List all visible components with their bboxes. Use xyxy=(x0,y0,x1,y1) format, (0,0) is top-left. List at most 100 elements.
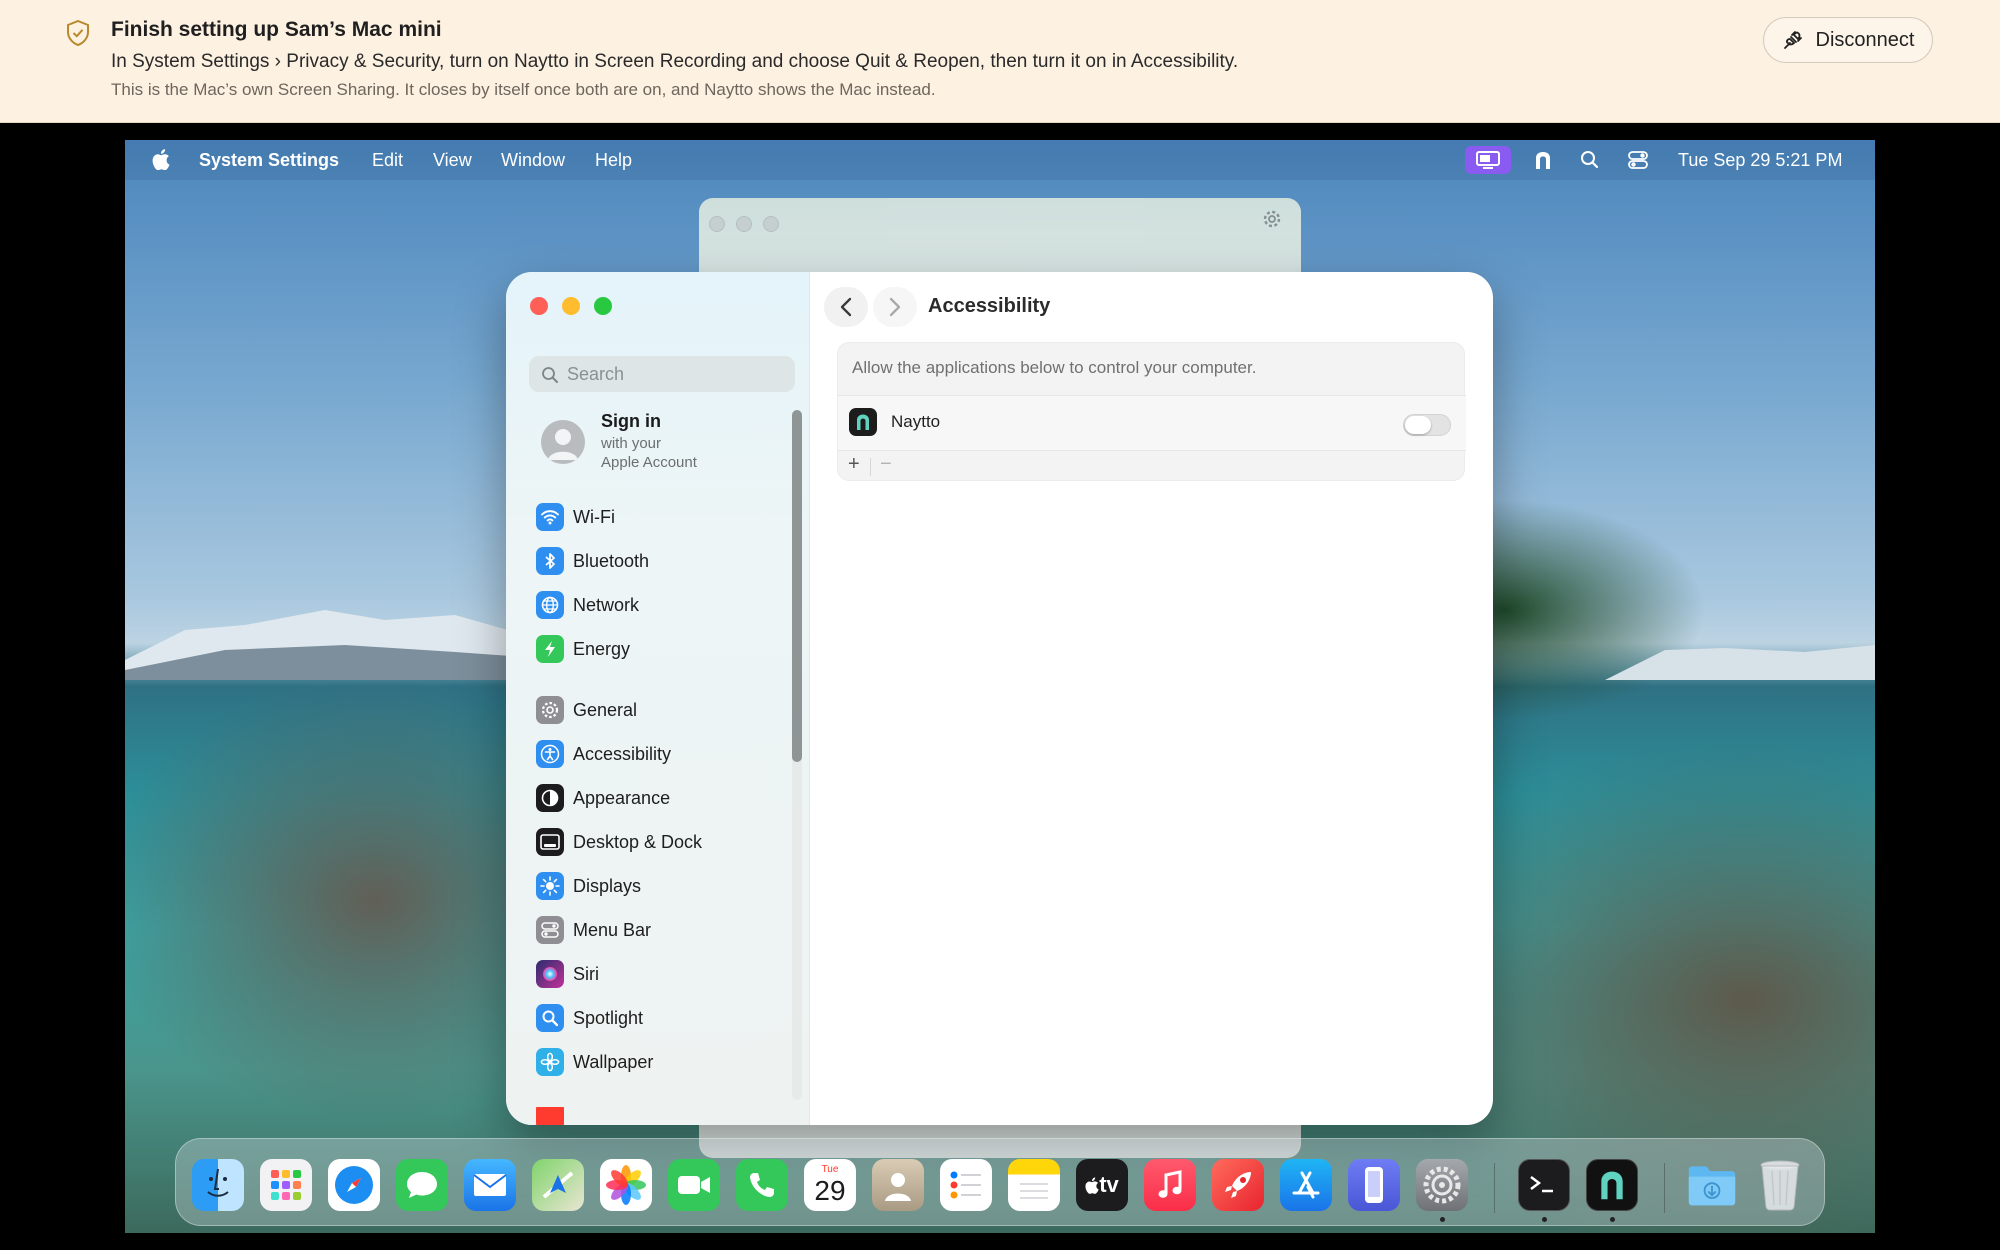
safari-icon[interactable] xyxy=(328,1159,380,1211)
notifications-icon xyxy=(536,1107,564,1125)
sidebar-item-spotlight[interactable]: Spotlight xyxy=(536,1003,643,1033)
account-sign-in-line2: Apple Account xyxy=(601,454,697,471)
mail-icon[interactable] xyxy=(464,1159,516,1211)
control-center-icon[interactable] xyxy=(1627,150,1649,170)
sidebar-item-energy[interactable]: Energy xyxy=(536,634,630,664)
button-divider xyxy=(870,458,871,476)
disconnect-button[interactable]: Disconnect xyxy=(1763,17,1933,63)
notes-icon[interactable] xyxy=(1008,1159,1060,1211)
lightning-icon xyxy=(536,635,564,663)
sidebar-item-partial[interactable] xyxy=(536,1107,564,1125)
reminders-icon[interactable] xyxy=(940,1159,992,1211)
remove-app-button[interactable]: − xyxy=(880,453,892,476)
photos-icon[interactable] xyxy=(600,1159,652,1211)
phone-icon[interactable] xyxy=(736,1159,788,1211)
running-indicator xyxy=(1610,1217,1615,1222)
page-title: Accessibility xyxy=(928,295,1051,317)
bg-minimize-button[interactable] xyxy=(736,216,752,232)
sidebar-scrollbar[interactable] xyxy=(792,410,802,762)
remote-desktop[interactable]: System Settings Edit View Window Help Tu… xyxy=(125,140,1875,1233)
naytto-menu-icon[interactable] xyxy=(1532,150,1554,170)
screen-sharing-indicator[interactable] xyxy=(1465,146,1511,174)
sidebar-item-siri[interactable]: Siri xyxy=(536,959,599,989)
account-sign-in-title[interactable]: Sign in xyxy=(601,411,661,432)
chevron-right-icon xyxy=(889,297,901,317)
naytto-app-icon xyxy=(849,408,877,436)
close-button[interactable] xyxy=(530,297,548,315)
contacts-icon[interactable] xyxy=(872,1159,924,1211)
menu-bar-icon xyxy=(536,916,564,944)
menu-view[interactable]: View xyxy=(433,150,472,171)
rocket-icon[interactable] xyxy=(1212,1159,1264,1211)
finder-icon[interactable] xyxy=(192,1159,244,1211)
terminal-icon[interactable] xyxy=(1518,1159,1570,1211)
siri-icon xyxy=(536,960,564,988)
sidebar-item-label: Spotlight xyxy=(573,1007,644,1028)
sidebar-item-desktop-dock[interactable]: Desktop & Dock xyxy=(536,827,702,857)
bluetooth-icon xyxy=(536,547,564,575)
apple-logo-icon[interactable] xyxy=(152,149,170,170)
sidebar-item-bluetooth[interactable]: Bluetooth xyxy=(536,546,649,576)
gear-icon[interactable] xyxy=(1261,208,1283,230)
facetime-icon[interactable] xyxy=(668,1159,720,1211)
sidebar-item-label: Accessibility xyxy=(573,743,672,764)
gear-icon xyxy=(536,696,564,724)
sidebar-item-label: Bluetooth xyxy=(573,550,650,571)
system-settings-icon[interactable] xyxy=(1416,1159,1468,1211)
menu-clock[interactable]: Tue Sep 29 5:21 PM xyxy=(1678,150,1842,171)
menu-help[interactable]: Help xyxy=(595,150,632,171)
iphone-mirroring-icon[interactable] xyxy=(1348,1159,1400,1211)
maps-icon[interactable] xyxy=(532,1159,584,1211)
forward-button[interactable] xyxy=(873,287,917,327)
account-sign-in-line1: with your xyxy=(601,435,662,452)
back-button[interactable] xyxy=(824,287,868,327)
zoom-button[interactable] xyxy=(594,297,612,315)
sidebar-item-label: Network xyxy=(573,594,640,615)
messages-icon[interactable] xyxy=(396,1159,448,1211)
apple-tv-icon[interactable]: tv xyxy=(1076,1159,1128,1211)
downloads-folder-icon[interactable] xyxy=(1686,1159,1738,1211)
trash-icon[interactable] xyxy=(1754,1159,1806,1211)
add-app-button[interactable]: + xyxy=(848,453,860,476)
sidebar-item-accessibility[interactable]: Accessibility xyxy=(536,739,671,769)
naytto-accessibility-toggle[interactable] xyxy=(1403,414,1451,436)
sidebar-item-label: Displays xyxy=(573,875,642,896)
accessibility-icon xyxy=(536,740,564,768)
menu-window[interactable]: Window xyxy=(501,150,565,171)
spotlight-search-icon[interactable] xyxy=(1579,150,1601,170)
sidebar-item-network[interactable]: Network xyxy=(536,590,639,620)
system-settings-window: Search Sign in with your Apple Account W… xyxy=(506,272,1493,1125)
naytto-icon[interactable] xyxy=(1586,1159,1638,1211)
unplug-icon xyxy=(1783,31,1802,49)
sidebar-item-general[interactable]: General xyxy=(536,695,637,725)
accessibility-apps-panel: Allow the applications below to control … xyxy=(837,342,1466,481)
shield-check-icon xyxy=(67,20,89,46)
app-name: Naytto xyxy=(891,412,941,431)
appearance-icon xyxy=(536,784,564,812)
menu-edit[interactable]: Edit xyxy=(372,150,403,171)
bg-close-button[interactable] xyxy=(709,216,725,232)
app-store-icon[interactable] xyxy=(1280,1159,1332,1211)
music-icon[interactable] xyxy=(1144,1159,1196,1211)
sidebar-item-menu-bar[interactable]: Menu Bar xyxy=(536,915,651,945)
sidebar-item-displays[interactable]: Displays xyxy=(536,871,641,901)
sidebar-item-label: Wallpaper xyxy=(573,1051,654,1072)
running-indicator xyxy=(1440,1217,1445,1222)
dock-separator xyxy=(1664,1163,1665,1213)
person-icon xyxy=(548,429,578,460)
menu-app-name[interactable]: System Settings xyxy=(199,150,339,171)
launchpad-icon[interactable] xyxy=(260,1159,312,1211)
sidebar-search-field[interactable]: Search xyxy=(529,356,795,392)
calendar-icon[interactable]: Tue 29 xyxy=(804,1159,856,1211)
toggle-knob xyxy=(1405,416,1431,434)
sidebar-item-wifi[interactable]: Wi-Fi xyxy=(536,502,615,532)
minimize-button[interactable] xyxy=(562,297,580,315)
app-row-naytto[interactable]: Naytto xyxy=(838,395,1466,451)
account-avatar[interactable] xyxy=(541,420,585,464)
sidebar-item-appearance[interactable]: Appearance xyxy=(536,783,670,813)
magnifier-icon xyxy=(536,1004,564,1032)
mac-menu-bar: System Settings Edit View Window Help Tu… xyxy=(125,140,1875,180)
bg-zoom-button[interactable] xyxy=(763,216,779,232)
search-icon xyxy=(542,367,558,383)
sidebar-item-wallpaper[interactable]: Wallpaper xyxy=(536,1047,653,1077)
